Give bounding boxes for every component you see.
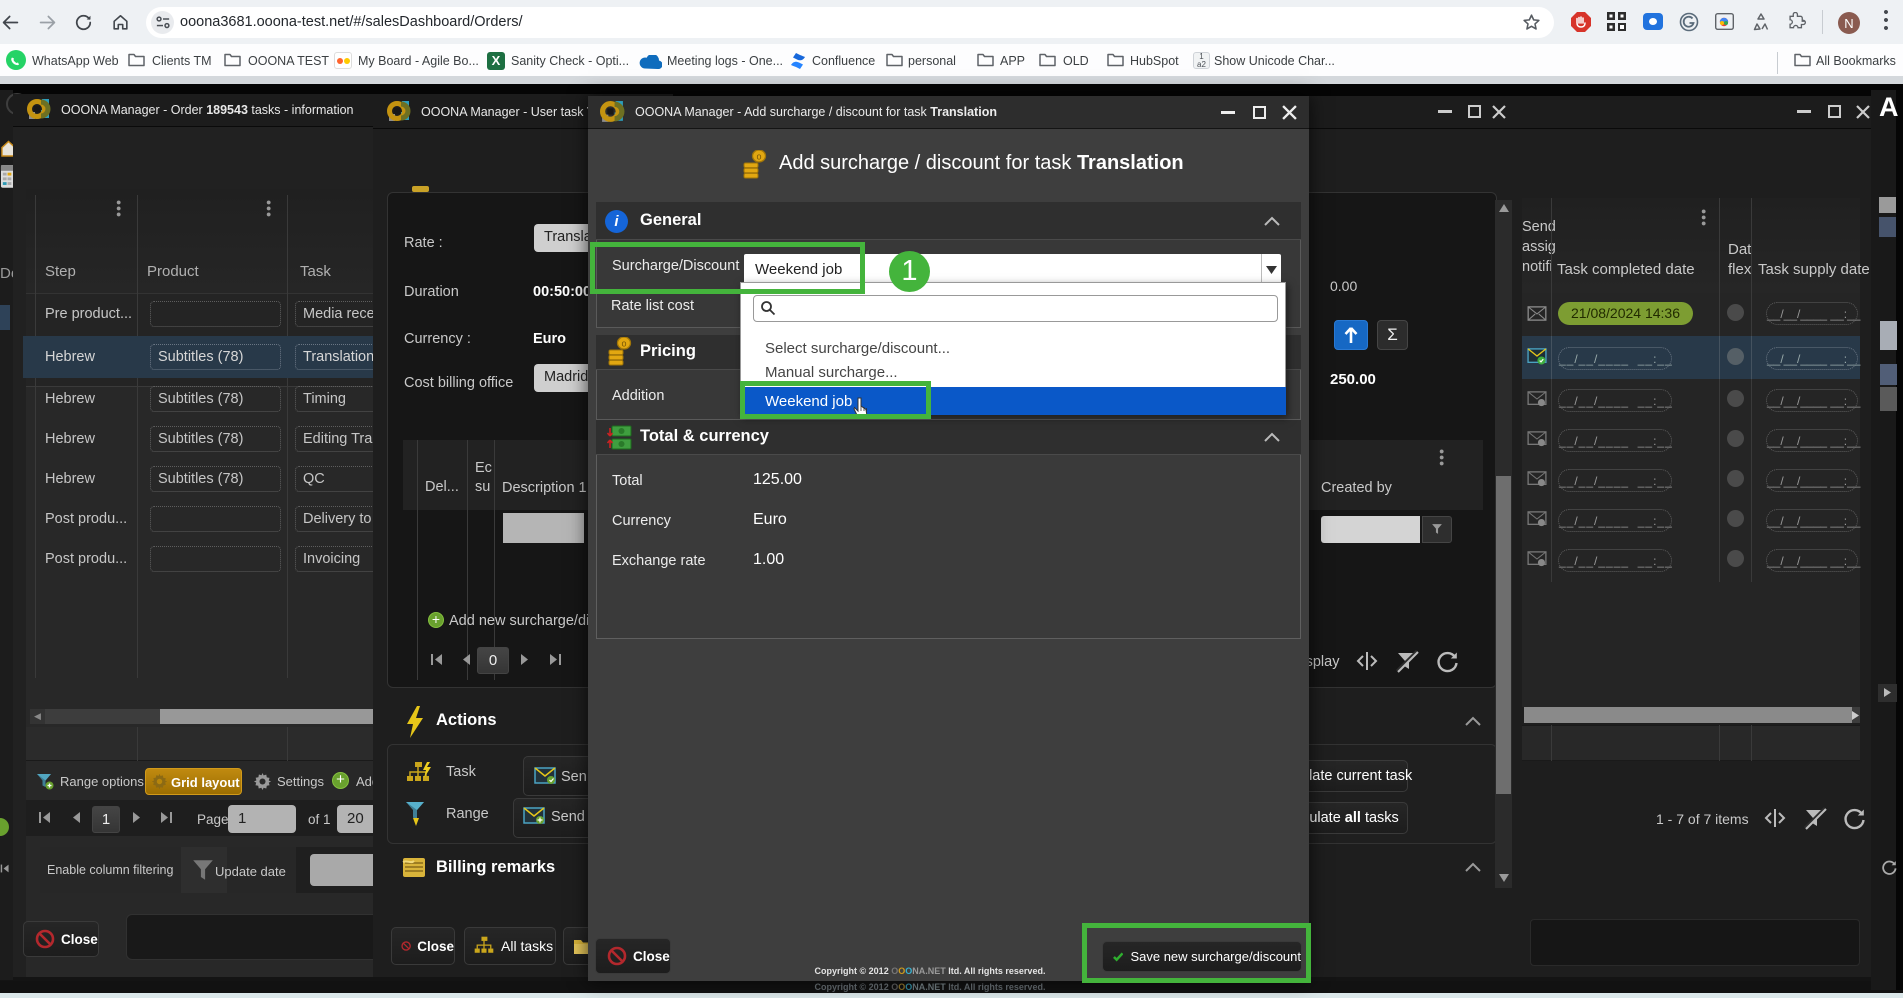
svg-text:o: o bbox=[756, 152, 761, 162]
svg-text:o: o bbox=[621, 339, 626, 349]
